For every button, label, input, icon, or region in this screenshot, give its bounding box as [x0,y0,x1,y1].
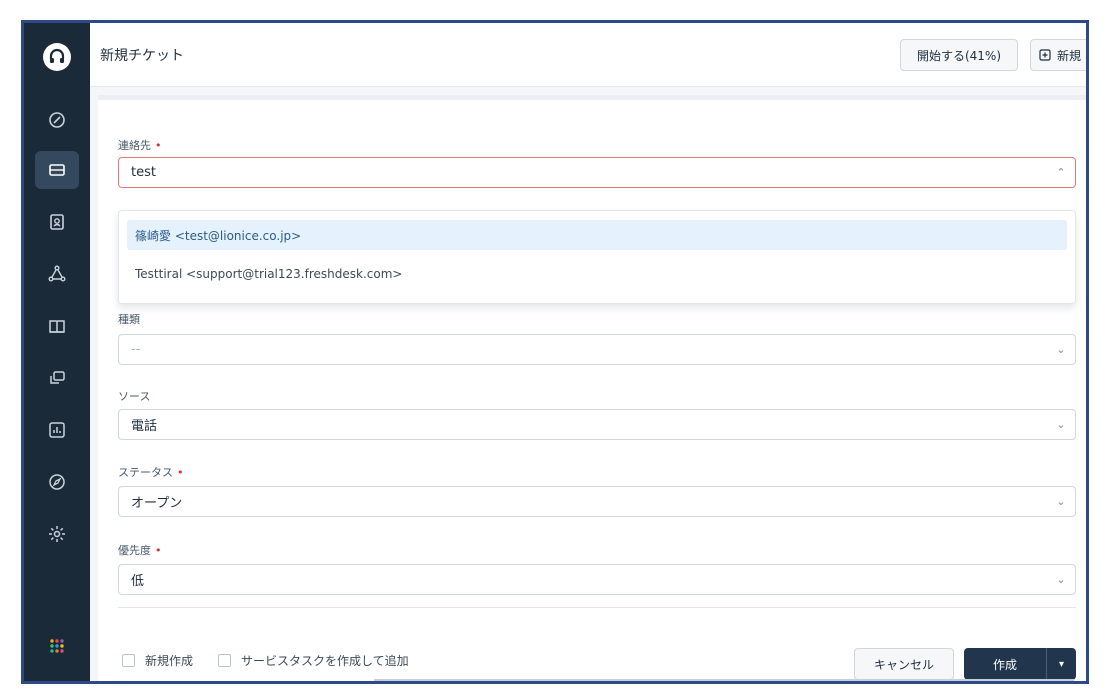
required-mark: • [155,139,162,152]
trial-progress-button[interactable]: 開始する(41%) [900,39,1018,71]
new-button[interactable]: 新規 [1030,39,1086,71]
service-task-label: サービスタスクを作成して追加 [241,654,409,668]
sidebar-item-forums[interactable] [35,359,79,397]
create-options-caret-icon[interactable]: ▾ [1046,648,1076,680]
create-button-group: 作成 ▾ [964,648,1076,680]
create-another-label: 新規作成 [145,654,194,668]
report-chart-icon [49,422,65,438]
create-another-checkbox[interactable] [122,654,135,667]
chevron-up-icon[interactable]: ⌃ [1047,166,1075,179]
required-mark: • [177,466,184,479]
new-button-label: 新規 [1057,48,1082,63]
contact-input[interactable]: test ⌃ [118,157,1076,188]
type-select-placeholder: -- [131,342,141,357]
app-window: 新規チケット 開始する(41%) 新規 連絡先 • test ⌃ 篠崎愛 <tes… [21,20,1089,684]
suggestion-option[interactable]: 篠崎愛 <test@lionice.co.jp> [127,220,1067,250]
sidebar-item-dashboard[interactable] [35,101,79,139]
app-logo-icon[interactable] [43,43,71,71]
service-task-checkbox[interactable] [218,654,231,667]
create-button[interactable]: 作成 [964,648,1046,680]
sidebar-item-admin[interactable] [35,515,79,553]
status-select[interactable]: オープン ⌄ [118,486,1076,517]
type-label: 種類 [118,313,140,326]
status-label-text: ステータス [118,466,173,479]
priority-label-text: 優先度 [118,544,151,557]
service-task-option[interactable]: サービスタスクを作成して追加 [218,652,409,669]
source-select[interactable]: 電話 ⌄ [118,409,1076,440]
book-icon [49,320,65,333]
groups-triangle-icon [48,265,66,282]
contact-card-icon [50,214,64,230]
chat-bubbles-icon [50,371,65,384]
contact-label: 連絡先 • [118,137,162,153]
status-label: ステータス • [118,464,184,480]
panel-top-band [98,95,1086,100]
gear-icon [49,526,65,542]
source-label: ソース [118,390,151,403]
contact-input-value: test [131,165,156,180]
sidebar-item-groups[interactable] [35,255,79,293]
chevron-down-icon: ⌄ [1056,343,1066,356]
bottom-scroll-strip [374,679,1074,681]
footer-divider [118,607,1076,608]
source-select-value: 電話 [131,419,158,434]
dashboard-gauge-icon [49,112,65,128]
sidebar-item-tickets[interactable] [35,151,79,189]
colorful-dots-grid [50,639,64,653]
sidebar [24,23,90,681]
ticket-icon [49,164,65,176]
page-title: 新規チケット [100,48,184,64]
contact-suggestions-dropdown: 篠崎愛 <test@lionice.co.jp> Testtiral <supp… [118,210,1076,304]
compass-icon [49,474,65,490]
priority-label: 優先度 • [118,542,162,558]
create-another-option[interactable]: 新規作成 [122,652,193,669]
sidebar-item-contacts[interactable] [35,203,79,241]
suggestion-option[interactable]: Testtiral <support@trial123.freshdesk.co… [127,259,1067,289]
status-select-value: オープン [131,496,183,511]
contact-label-text: 連絡先 [118,139,151,152]
apps-grid-icon[interactable] [35,627,79,665]
top-header: 新規チケット 開始する(41%) 新規 [90,23,1086,87]
type-select[interactable]: -- ⌄ [118,334,1076,365]
sidebar-item-solutions[interactable] [35,307,79,345]
priority-select[interactable]: 低 ⌄ [118,564,1076,595]
plus-square-icon [1039,49,1051,61]
chevron-down-icon: ⌄ [1056,495,1066,508]
chevron-down-icon: ⌄ [1056,418,1066,431]
cancel-button[interactable]: キャンセル [854,648,954,680]
chevron-down-icon: ⌄ [1056,573,1066,586]
sidebar-item-reports[interactable] [35,411,79,449]
priority-select-value: 低 [131,574,145,589]
required-mark: • [155,544,162,557]
sidebar-item-explore[interactable] [35,463,79,501]
new-ticket-form: 連絡先 • test ⌃ 篠崎愛 <test@lionice.co.jp> Tes… [98,95,1086,681]
